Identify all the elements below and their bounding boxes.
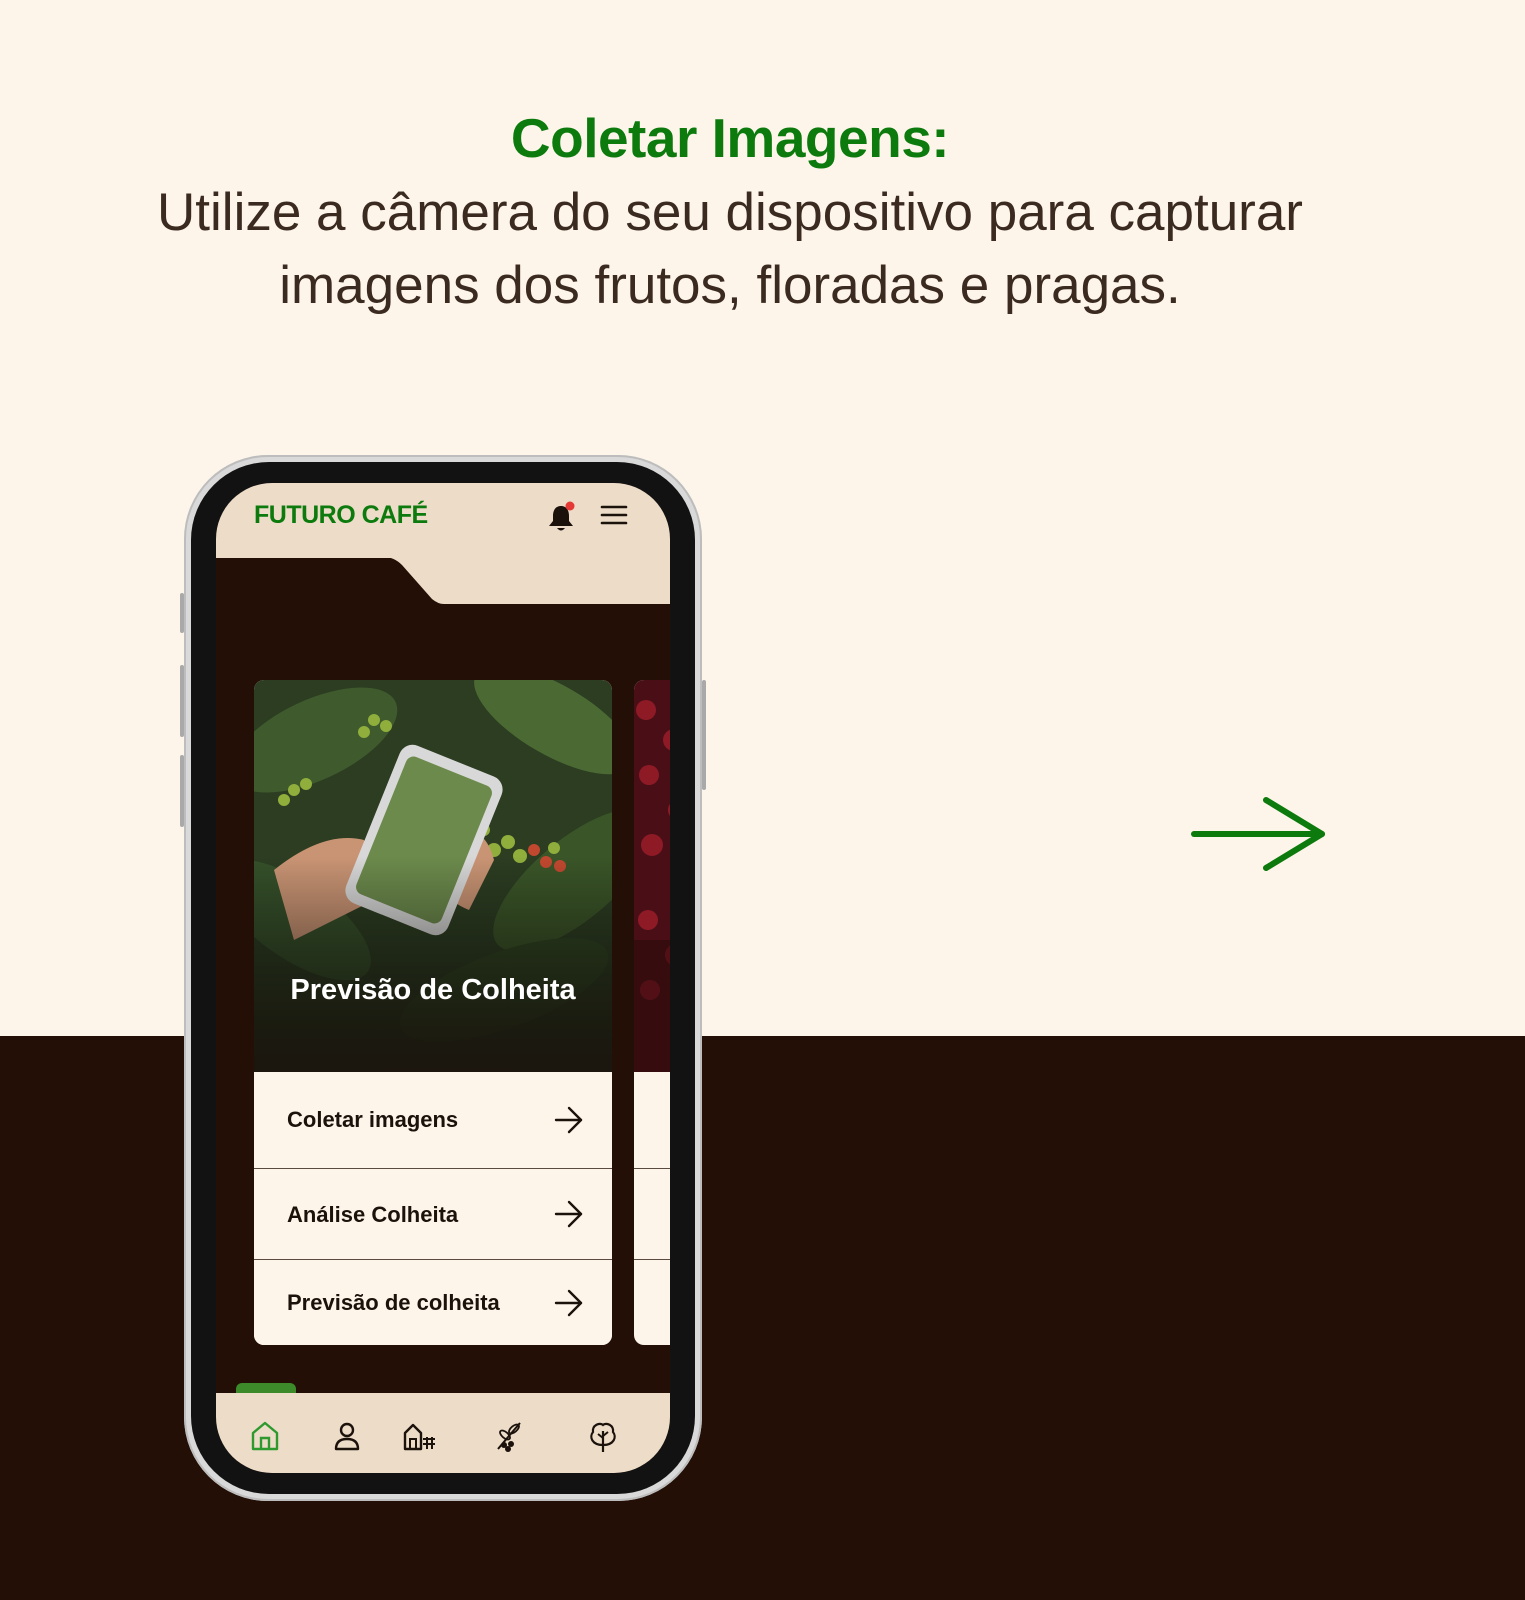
coffee-plant-photo: [254, 680, 612, 1072]
headline-title: Coletar Imagens:: [510, 107, 950, 169]
bottom-navigation: [216, 1393, 670, 1473]
next-arrow-icon[interactable]: [1190, 796, 1330, 872]
home-icon[interactable]: [248, 1419, 282, 1453]
phone-side-button: [702, 680, 706, 790]
harvest-forecast-card[interactable]: Previsão de Colheita Coletar imagens Aná…: [254, 680, 612, 1345]
app-header: FUTURO CAFÉ: [216, 483, 670, 558]
row-divider: [634, 1168, 670, 1169]
coffee-branch-icon[interactable]: [492, 1419, 526, 1453]
arrow-right-icon: [554, 1289, 583, 1317]
nav-active-indicator: [236, 1383, 296, 1393]
row-label: Análise Colheita: [287, 1202, 459, 1227]
menu-row-collect-images[interactable]: Coletar imagens: [254, 1072, 612, 1168]
row-divider: [634, 1259, 670, 1260]
phone-mockup: FUTURO CAFÉ Previsão de Colheita Coletar…: [180, 455, 706, 1501]
row-label: Previsão de colheita: [287, 1290, 500, 1315]
next-card-peek[interactable]: [634, 680, 670, 1345]
header-tab-shape: [216, 557, 670, 604]
card-title: Previsão de Colheita: [290, 974, 576, 1006]
menu-row-harvest-forecast[interactable]: Previsão de colheita: [254, 1259, 612, 1345]
coffee-cherries-photo: [634, 680, 670, 1072]
menu-row-harvest-analysis[interactable]: Análise Colheita: [254, 1168, 612, 1260]
menu-icon[interactable]: [600, 503, 628, 527]
phone-side-button: [180, 665, 184, 737]
phone-screen: FUTURO CAFÉ Previsão de Colheita Coletar…: [216, 483, 670, 1473]
arrow-right-icon: [554, 1200, 583, 1228]
brand-logo[interactable]: FUTURO CAFÉ: [254, 501, 428, 530]
user-icon[interactable]: [330, 1419, 364, 1453]
row-label: Coletar imagens: [287, 1107, 459, 1132]
farm-icon[interactable]: [402, 1419, 436, 1453]
phone-side-button: [180, 755, 184, 827]
phone-side-button: [180, 593, 184, 633]
headline-block: Coletar Imagens: Utilize a câmera do seu…: [150, 104, 1310, 322]
tree-icon[interactable]: [586, 1419, 620, 1453]
headline-body: Utilize a câmera do seu dispositivo para…: [157, 183, 1303, 315]
arrow-right-icon: [554, 1106, 583, 1134]
bell-icon[interactable]: [546, 501, 576, 533]
